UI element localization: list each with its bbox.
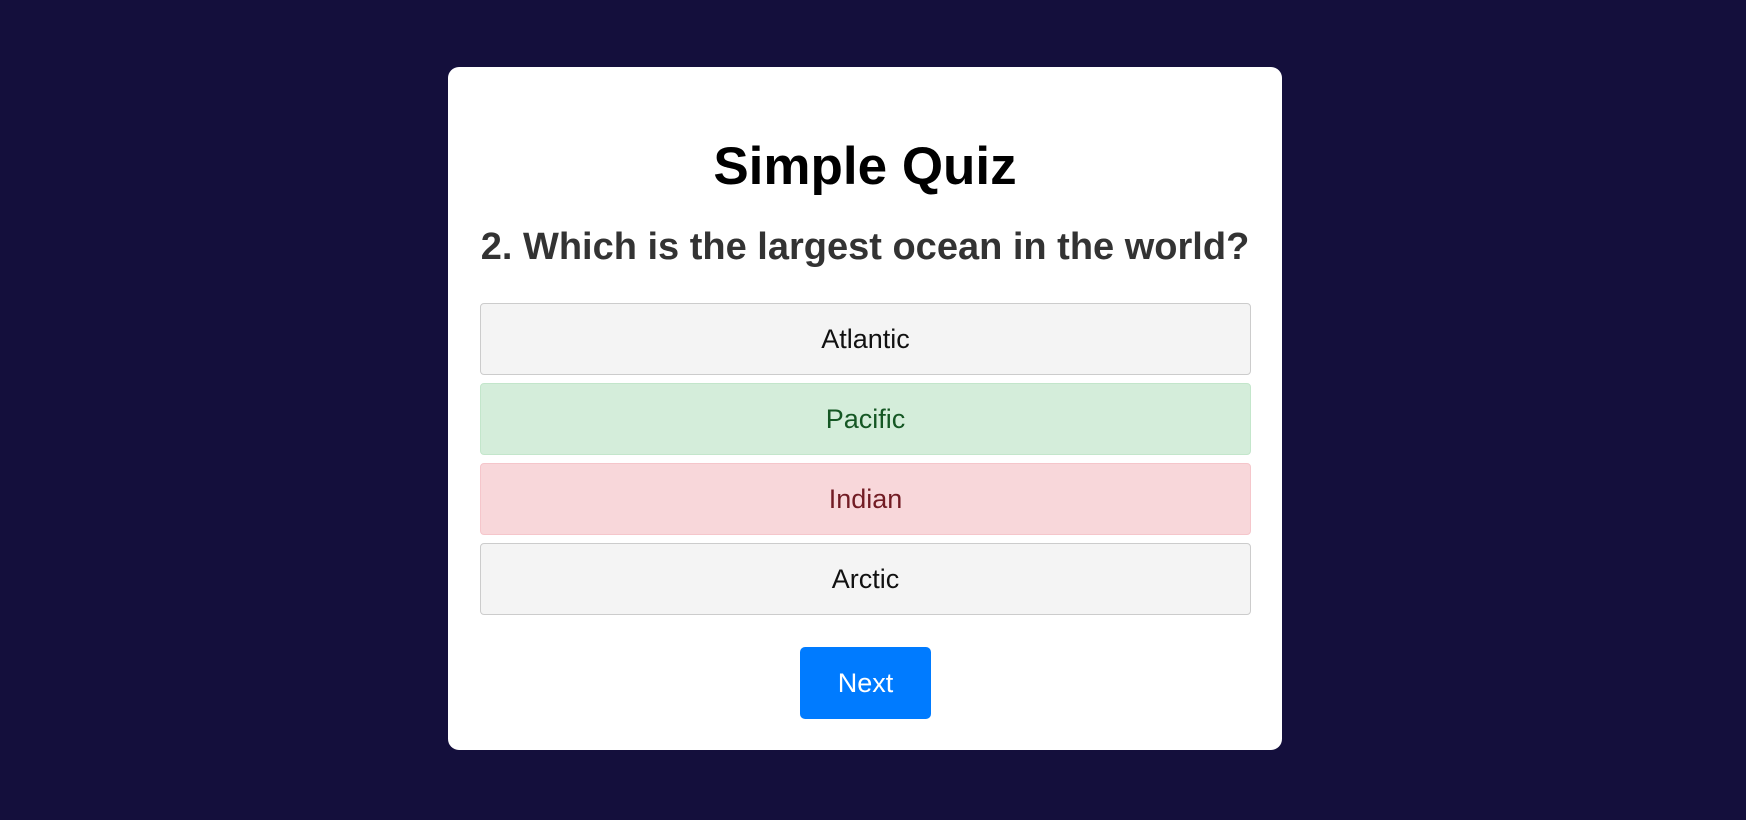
answer-option-pacific[interactable]: Pacific [480, 383, 1251, 455]
quiz-title: Simple Quiz [713, 137, 1017, 196]
answer-option-atlantic[interactable]: Atlantic [480, 303, 1251, 375]
answer-option-arctic[interactable]: Arctic [480, 543, 1251, 615]
quiz-card: Simple Quiz 2. Which is the largest ocea… [448, 67, 1282, 750]
answer-option-indian[interactable]: Indian [480, 463, 1251, 535]
answer-list: Atlantic Pacific Indian Arctic [480, 303, 1251, 623]
next-button[interactable]: Next [800, 647, 931, 719]
question-text: 2. Which is the largest ocean in the wor… [480, 226, 1250, 268]
